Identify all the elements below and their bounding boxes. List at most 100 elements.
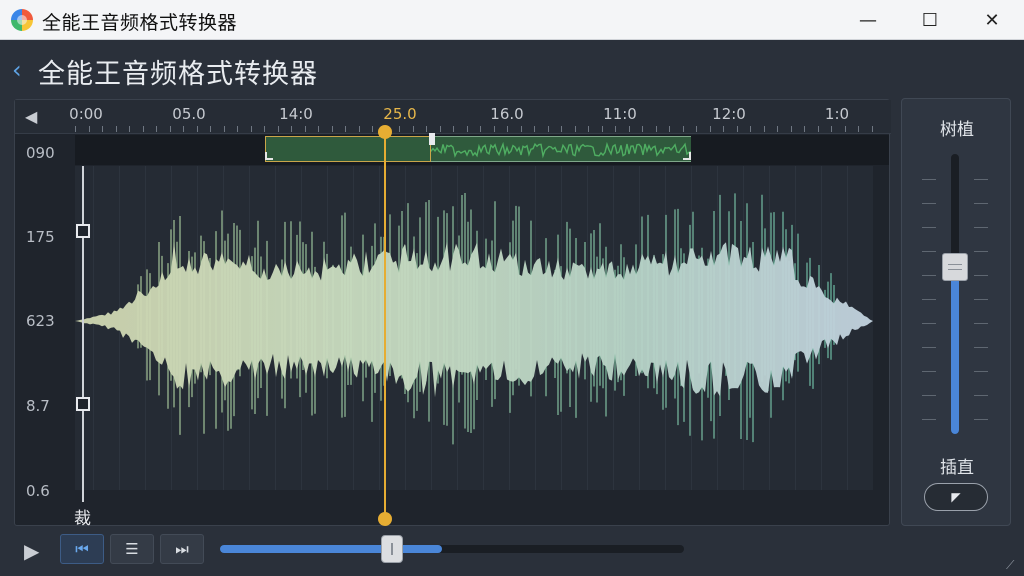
slider-tick: [922, 347, 936, 348]
close-button[interactable]: ✕: [966, 0, 1018, 40]
skip-end-button[interactable]: ⏭: [160, 534, 204, 564]
ruler-label: 1:0: [824, 105, 850, 123]
slider-tick: [922, 227, 936, 228]
trim-marker-top[interactable]: [76, 224, 90, 238]
ruler-tick: [601, 126, 603, 132]
list-button[interactable]: ☰: [110, 534, 154, 564]
waveform-area[interactable]: [75, 166, 873, 490]
ruler-left-arrow-icon[interactable]: ◀: [25, 107, 37, 126]
app-logo-icon: [11, 9, 33, 31]
ruler-tick: [804, 126, 805, 132]
app-window: 全能王音频格式转换器 — ☐ ✕ ‹ 全能王音频格式转换器 ◀ 0:00 05.…: [0, 0, 1024, 576]
ruler-tick: [777, 126, 778, 132]
ruler-label: 12:0: [712, 105, 746, 123]
slider-tick: [974, 323, 988, 324]
progress-slider-fill: [220, 545, 442, 553]
slider-tick: [974, 251, 988, 252]
ruler-tick: [858, 126, 859, 132]
ruler-tick: [669, 126, 670, 132]
ruler-tick: [682, 126, 684, 132]
ruler-tick: [534, 126, 535, 132]
ruler-tick: [88, 126, 90, 132]
playhead-top-knob[interactable]: [378, 125, 392, 139]
back-chevron-icon[interactable]: ‹: [12, 56, 22, 84]
slider-tick: [922, 419, 936, 420]
ruler-tick: [156, 126, 157, 132]
timeline-ruler[interactable]: ◀ 0:00 05.0 14:0 25.0 16.0 11:0 12:0 1:0: [15, 100, 891, 134]
ruler-tick: [250, 126, 252, 132]
ruler-tick: [196, 126, 198, 132]
playhead-bottom-knob[interactable]: [378, 512, 392, 526]
slider-tick: [922, 179, 936, 180]
y-axis-label: 8.7: [26, 397, 50, 415]
trim-marker-bottom[interactable]: [76, 397, 90, 411]
progress-slider-thumb[interactable]: [381, 535, 403, 563]
ruler-tick: [561, 126, 562, 132]
side-top-label: 树植: [940, 120, 974, 140]
page-title: 全能王音频格式转换器: [38, 59, 318, 90]
ruler-tick: [237, 126, 238, 132]
ruler-tick: [574, 126, 576, 132]
window-title: 全能王音频格式转换器: [42, 12, 238, 34]
ruler-tick: [817, 126, 819, 132]
vertical-slider-thumb[interactable]: [942, 253, 968, 281]
ruler-tick: [264, 126, 265, 132]
slider-tick: [922, 203, 936, 204]
selection-corner: [683, 152, 691, 160]
slider-tick: [922, 371, 936, 372]
ruler-tick: [358, 126, 360, 132]
ruler-tick: [210, 126, 211, 132]
side-action-button[interactable]: ◤: [924, 483, 988, 511]
ruler-tick: [763, 126, 765, 132]
ruler-tick: [750, 126, 751, 132]
slider-tick: [974, 419, 988, 420]
ruler-tick: [426, 126, 427, 132]
ruler-label: 05.0: [172, 105, 206, 123]
y-axis-label: 175: [26, 228, 55, 246]
minimize-button[interactable]: —: [842, 0, 894, 40]
selection-corner: [265, 152, 273, 160]
selection-range-start[interactable]: [265, 136, 431, 162]
y-axis-label: 623: [26, 312, 55, 330]
waveform-editor: ◀ 0:00 05.0 14:0 25.0 16.0 11:0 12:0 1:0: [14, 99, 891, 529]
slider-tick: [922, 275, 936, 276]
waveform: [75, 193, 873, 445]
slider-tick: [974, 227, 988, 228]
resize-grip-icon[interactable]: ⟋: [1006, 558, 1014, 573]
slider-tick: [974, 275, 988, 276]
slider-tick: [974, 395, 988, 396]
ruler-tick: [790, 126, 792, 132]
selection-range-end[interactable]: [431, 136, 691, 162]
ruler-tick: [372, 126, 373, 132]
side-bottom-label: 插直: [940, 458, 974, 478]
slider-tick: [974, 179, 988, 180]
slider-tick: [974, 347, 988, 348]
overview-waveform: [431, 141, 691, 159]
ruler-tick: [628, 126, 630, 132]
ruler-tick: [493, 126, 495, 132]
ruler-tick: [142, 126, 144, 132]
playhead[interactable]: [384, 130, 386, 515]
ruler-tick: [480, 126, 481, 132]
ruler-tick: [318, 126, 319, 132]
ruler-tick: [345, 126, 346, 132]
slider-tick: [922, 299, 936, 300]
ruler-tick: [291, 126, 292, 132]
skip-start-button[interactable]: ⏮: [60, 534, 104, 564]
ruler-tick: [871, 126, 873, 132]
side-panel: 树植 插直 ◤: [901, 98, 1011, 526]
ruler-tick: [399, 126, 400, 132]
ruler-label: 16.0: [490, 105, 524, 123]
ruler-tick: [223, 126, 225, 132]
ruler-tick: [520, 126, 522, 132]
ruler-tick: [507, 126, 508, 132]
maximize-button[interactable]: ☐: [904, 0, 956, 40]
ruler-label-current: 25.0: [383, 105, 417, 123]
y-axis-label: 0.6: [26, 482, 50, 500]
ruler-tick: [304, 126, 306, 132]
play-icon[interactable]: ▶: [24, 539, 39, 563]
slider-tick: [922, 251, 936, 252]
ruler-tick: [844, 126, 846, 132]
selection-handle[interactable]: [429, 133, 435, 145]
ruler-tick: [831, 126, 832, 132]
